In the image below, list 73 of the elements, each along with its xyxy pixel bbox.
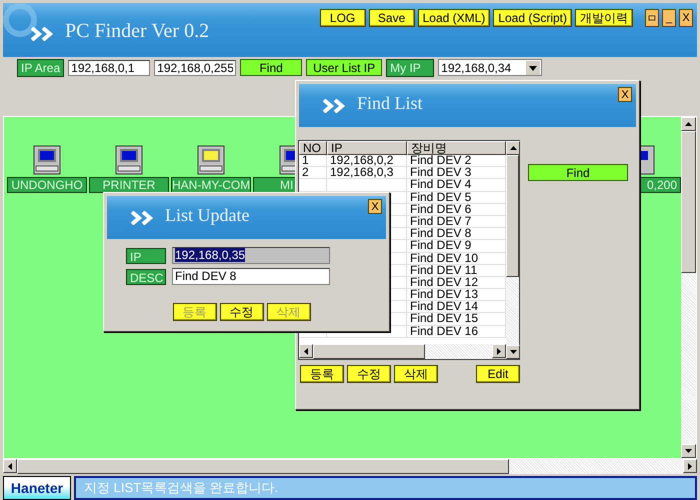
dialog-title: List Update [165, 205, 250, 226]
dialog-title: Find List [357, 93, 423, 114]
column-header[interactable]: NO [299, 141, 327, 155]
right-arrow-icon[interactable] [688, 462, 692, 470]
find-button[interactable]: Find [528, 164, 628, 181]
action-button[interactable]: 수정 [347, 365, 391, 383]
close-button[interactable]: X [368, 199, 382, 214]
table-cell: Find DEV 11 [410, 262, 478, 277]
action-button[interactable]: 수정 [220, 303, 264, 321]
menu-button[interactable]: 개발이력 [575, 9, 633, 27]
action-button[interactable]: 삭제 [394, 365, 438, 383]
menu-button[interactable]: Load (Script) [493, 9, 572, 27]
table-cell: 2 [302, 165, 309, 180]
ip-end-field[interactable]: 192,168,0,255 [154, 60, 236, 76]
table-cell: 192,168,0,3 [330, 165, 394, 180]
close-button[interactable]: X [618, 87, 632, 102]
edit-button[interactable]: Edit [476, 365, 520, 383]
table-cell: Find DEV 4 [410, 177, 472, 192]
table-cell: Find DEV 6 [410, 202, 472, 216]
table-cell: Find DEV 12 [410, 274, 478, 289]
haneter-logo: Haneter [3, 476, 71, 500]
table-cell: Find DEV 7 [410, 214, 472, 228]
find-button[interactable]: Find [240, 59, 302, 76]
left-arrow-icon[interactable] [8, 462, 12, 470]
vertical-scrollbar[interactable] [681, 116, 696, 458]
up-arrow-icon[interactable] [510, 146, 516, 150]
ip-start-field[interactable]: 192,168,0,1 [68, 60, 150, 76]
table-cell: Find DEV 9 [410, 238, 472, 252]
table-cell: Find DEV 3 [410, 165, 472, 180]
down-arrow-icon[interactable] [685, 449, 692, 454]
status-message: 지정 LIST목록검색을 완료합니다. [74, 476, 697, 500]
up-arrow-icon[interactable] [685, 122, 692, 126]
table-cell: Find DEV 14 [410, 299, 478, 314]
user-list-ip-button[interactable]: User List IP [306, 59, 382, 76]
ip-field[interactable]: 192,168,0,35 [172, 247, 330, 264]
table-cell: Find DEV 15 [410, 311, 478, 326]
computer-label: UNDONGHO [7, 176, 87, 193]
menu-button[interactable]: Load (XML) [418, 9, 490, 27]
table-cell: Find DEV 2 [410, 155, 472, 167]
right-arrow-icon[interactable] [497, 348, 501, 354]
table-cell: Find DEV 16 [410, 324, 478, 338]
horizontal-scrollbar[interactable] [3, 459, 697, 474]
computer-icon[interactable] [196, 144, 226, 175]
menu-button[interactable]: LOG [320, 9, 366, 27]
table-cell: 192,168,0,2 [330, 155, 394, 167]
column-header[interactable]: 장비명 [407, 141, 506, 155]
column-header[interactable]: IP [327, 141, 407, 155]
computer-label: HAN-MY-COM [171, 176, 251, 193]
window-control-button[interactable]: X [679, 9, 693, 27]
table-cell: Find DEV 10 [410, 250, 478, 264]
circle-decoration-icon [3, 3, 37, 37]
vertical-scrollbar[interactable] [506, 141, 519, 359]
down-arrow-icon[interactable] [510, 350, 516, 354]
left-arrow-icon[interactable] [304, 348, 308, 354]
ip-label: IP [126, 248, 166, 264]
computer-icon[interactable] [114, 144, 144, 175]
table-cell: Find DEV 5 [410, 190, 472, 204]
table-cell: Find DEV 13 [410, 287, 478, 302]
computer-label: PRINTER [89, 176, 169, 193]
my-ip-dropdown[interactable]: 192,168,0,34 [438, 59, 542, 76]
desc-field[interactable]: Find DEV 8 [172, 268, 330, 285]
my-ip-label: My IP [386, 58, 434, 77]
menu-button[interactable]: Save [368, 9, 415, 27]
window-control-button[interactable]: _ [662, 9, 676, 27]
window-control-button[interactable]: ㅁ [645, 9, 659, 27]
action-button[interactable]: 등록 [300, 365, 344, 383]
table-cell: Find DEV 8 [410, 226, 472, 240]
table-cell: 1 [302, 155, 309, 167]
ip-area-label: IP Area [17, 58, 64, 77]
window-title: PC Finder Ver 0.2 [65, 20, 210, 43]
horizontal-scrollbar[interactable] [299, 344, 506, 359]
computer-icon[interactable] [32, 144, 62, 175]
desc-label: DESC [126, 268, 166, 284]
